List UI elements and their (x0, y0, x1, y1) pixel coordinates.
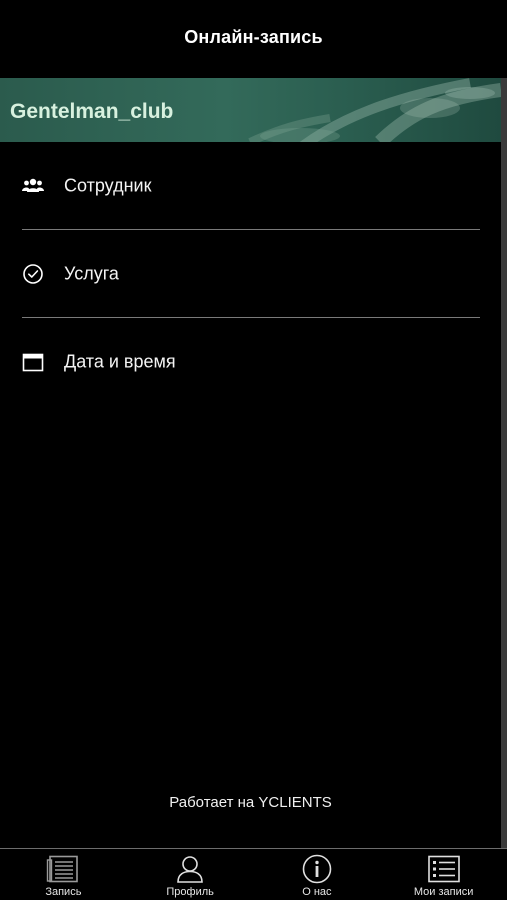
page-title: Онлайн-запись (184, 26, 323, 47)
menu-item-label: Сотрудник (64, 175, 152, 196)
check-circle-icon (22, 263, 44, 285)
scroll-edge (501, 78, 507, 848)
menu-item-service[interactable]: Услуга (0, 230, 501, 318)
tab-profile[interactable]: Профиль (127, 849, 254, 900)
booking-menu: Сотрудник Услуга Дата и время (0, 142, 501, 406)
tab-booking[interactable]: Запись (0, 849, 127, 900)
user-icon (172, 854, 208, 884)
bottom-tab-bar: Запись Профиль О нас Мои записи (0, 848, 507, 900)
tab-label: Мои записи (413, 886, 474, 898)
company-banner: Gentelman_club (0, 78, 501, 142)
powered-by-link[interactable]: Работает на YCLIENTS (0, 794, 501, 811)
menu-item-label: Дата и время (64, 351, 176, 372)
menu-item-datetime[interactable]: Дата и время (0, 318, 501, 406)
document-icon (45, 854, 81, 884)
info-icon (299, 854, 335, 884)
list-icon (426, 854, 462, 884)
tab-my-bookings[interactable]: Мои записи (380, 849, 507, 900)
tab-label: О нас (302, 886, 332, 898)
menu-item-label: Услуга (64, 263, 119, 284)
top-bar: Онлайн-запись (0, 0, 507, 78)
company-name: Gentelman_club (10, 100, 174, 123)
calendar-icon (22, 351, 44, 373)
menu-item-staff[interactable]: Сотрудник (0, 142, 501, 230)
tab-about[interactable]: О нас (254, 849, 381, 900)
people-icon (22, 175, 44, 197)
app-screen: Онлайн-запись Gentelman_club Сотрудник У… (0, 0, 507, 900)
tab-label: Профиль (166, 886, 214, 898)
tab-label: Запись (45, 886, 82, 898)
